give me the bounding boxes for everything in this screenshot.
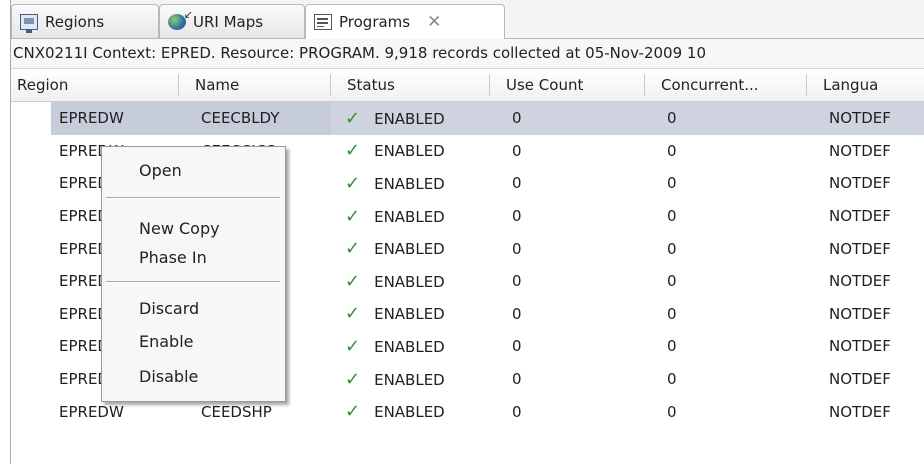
tab-uri-maps-label: URI Maps <box>193 12 264 31</box>
cell-use-count: 0 <box>512 174 522 193</box>
cell-language: NOTDEF <box>829 402 891 421</box>
menu-item-disable[interactable]: Disable <box>139 367 198 386</box>
cell-status: ✓ ENABLED <box>345 238 445 260</box>
menu-item-enable[interactable]: Enable <box>139 332 194 351</box>
cell-use-count: 0 <box>490 101 645 135</box>
cell-use-count: 0 <box>512 402 522 421</box>
tab-programs-label: Programs <box>339 13 411 31</box>
cell-status: ✓ ENABLED <box>345 270 445 292</box>
cell-language: NOTDEF <box>829 272 891 291</box>
tab-programs[interactable]: Programs ✕ <box>305 4 505 39</box>
column-header-language[interactable]: Langua <box>807 69 924 102</box>
cell-use-count: 0 <box>512 141 522 160</box>
check-icon: ✓ <box>345 140 361 162</box>
cell-language: NOTDEF <box>807 101 924 135</box>
globe-icon <box>168 8 193 30</box>
menu-separator <box>106 281 280 283</box>
tab-strip: Regions URI Maps Programs ✕ <box>11 0 924 39</box>
menu-item-new-copy[interactable]: New Copy <box>139 219 220 238</box>
check-icon: ✓ <box>345 335 361 357</box>
check-icon: ✓ <box>345 270 361 292</box>
cell-status: ✓ ENABLED <box>345 401 445 423</box>
column-header-concurrent[interactable]: Concurrent... <box>645 69 807 102</box>
regions-icon <box>20 13 38 33</box>
cell-language: NOTDEF <box>829 304 891 323</box>
cell-use-count: 0 <box>512 207 522 226</box>
check-icon: ✓ <box>345 205 361 227</box>
column-header-status[interactable]: Status <box>331 69 490 102</box>
menu-item-open[interactable]: Open <box>139 161 182 180</box>
table-row[interactable]: EPREDW CEECBLDY ✓ ENABLED 0 0 NOTDEF <box>11 101 924 135</box>
cell-status: ✓ ENABLED <box>345 140 445 162</box>
cell-concurrent: 0 <box>667 141 677 160</box>
cell-concurrent: 0 <box>667 272 677 291</box>
cell-name: CEECBLDY <box>179 101 331 135</box>
status-message: CNX0211I Context: EPRED. Resource: PROGR… <box>11 39 924 69</box>
check-icon: ✓ <box>345 303 361 325</box>
cell-region: EPREDW <box>11 101 179 135</box>
cell-language: NOTDEF <box>829 370 891 389</box>
tab-regions-label: Regions <box>45 12 105 31</box>
column-header-name[interactable]: Name <box>179 69 331 102</box>
close-icon[interactable]: ✕ <box>427 12 441 32</box>
cell-status: ✓ ENABLED <box>345 303 445 325</box>
cell-concurrent: 0 <box>667 239 677 258</box>
cell-concurrent: 0 <box>645 101 807 135</box>
cell-concurrent: 0 <box>667 174 677 193</box>
menu-item-discard[interactable]: Discard <box>139 299 199 318</box>
cell-language: NOTDEF <box>829 174 891 193</box>
check-icon: ✓ <box>345 107 361 129</box>
column-header-use-count[interactable]: Use Count <box>490 69 645 102</box>
menu-separator <box>106 197 280 199</box>
cell-status: ✓ ENABLED <box>345 205 445 227</box>
context-menu: Open New Copy Phase In Discard Enable Di… <box>101 146 286 402</box>
cell-language: NOTDEF <box>829 207 891 226</box>
cell-status: ✓ ENABLED <box>345 172 445 194</box>
cell-status: ✓ ENABLED <box>345 335 445 357</box>
check-icon: ✓ <box>345 238 361 260</box>
cell-use-count: 0 <box>512 272 522 291</box>
cell-use-count: 0 <box>512 239 522 258</box>
cell-concurrent: 0 <box>667 207 677 226</box>
cell-concurrent: 0 <box>667 337 677 356</box>
cell-concurrent: 0 <box>667 304 677 323</box>
cell-language: NOTDEF <box>829 239 891 258</box>
cell-language: NOTDEF <box>829 337 891 356</box>
cell-use-count: 0 <box>512 370 522 389</box>
cell-use-count: 0 <box>512 304 522 323</box>
table-header: Region Name Status Use Count Concurrent.… <box>11 69 924 102</box>
menu-item-phase-in[interactable]: Phase In <box>139 248 207 267</box>
check-icon: ✓ <box>345 172 361 194</box>
cell-status: ✓ ENABLED <box>345 368 445 390</box>
program-icon <box>314 14 332 30</box>
cell-language: NOTDEF <box>829 141 891 160</box>
cell-concurrent: 0 <box>667 402 677 421</box>
programs-view: Regions URI Maps Programs ✕ CNX0211I Con… <box>10 0 924 464</box>
check-icon: ✓ <box>345 401 361 423</box>
cell-status: ✓ ENABLED <box>331 101 490 135</box>
tab-uri-maps[interactable]: URI Maps <box>159 4 305 38</box>
cell-concurrent: 0 <box>667 370 677 389</box>
column-header-region[interactable]: Region <box>11 69 179 102</box>
cell-use-count: 0 <box>512 337 522 356</box>
check-icon: ✓ <box>345 368 361 390</box>
tab-regions[interactable]: Regions <box>11 4 159 38</box>
